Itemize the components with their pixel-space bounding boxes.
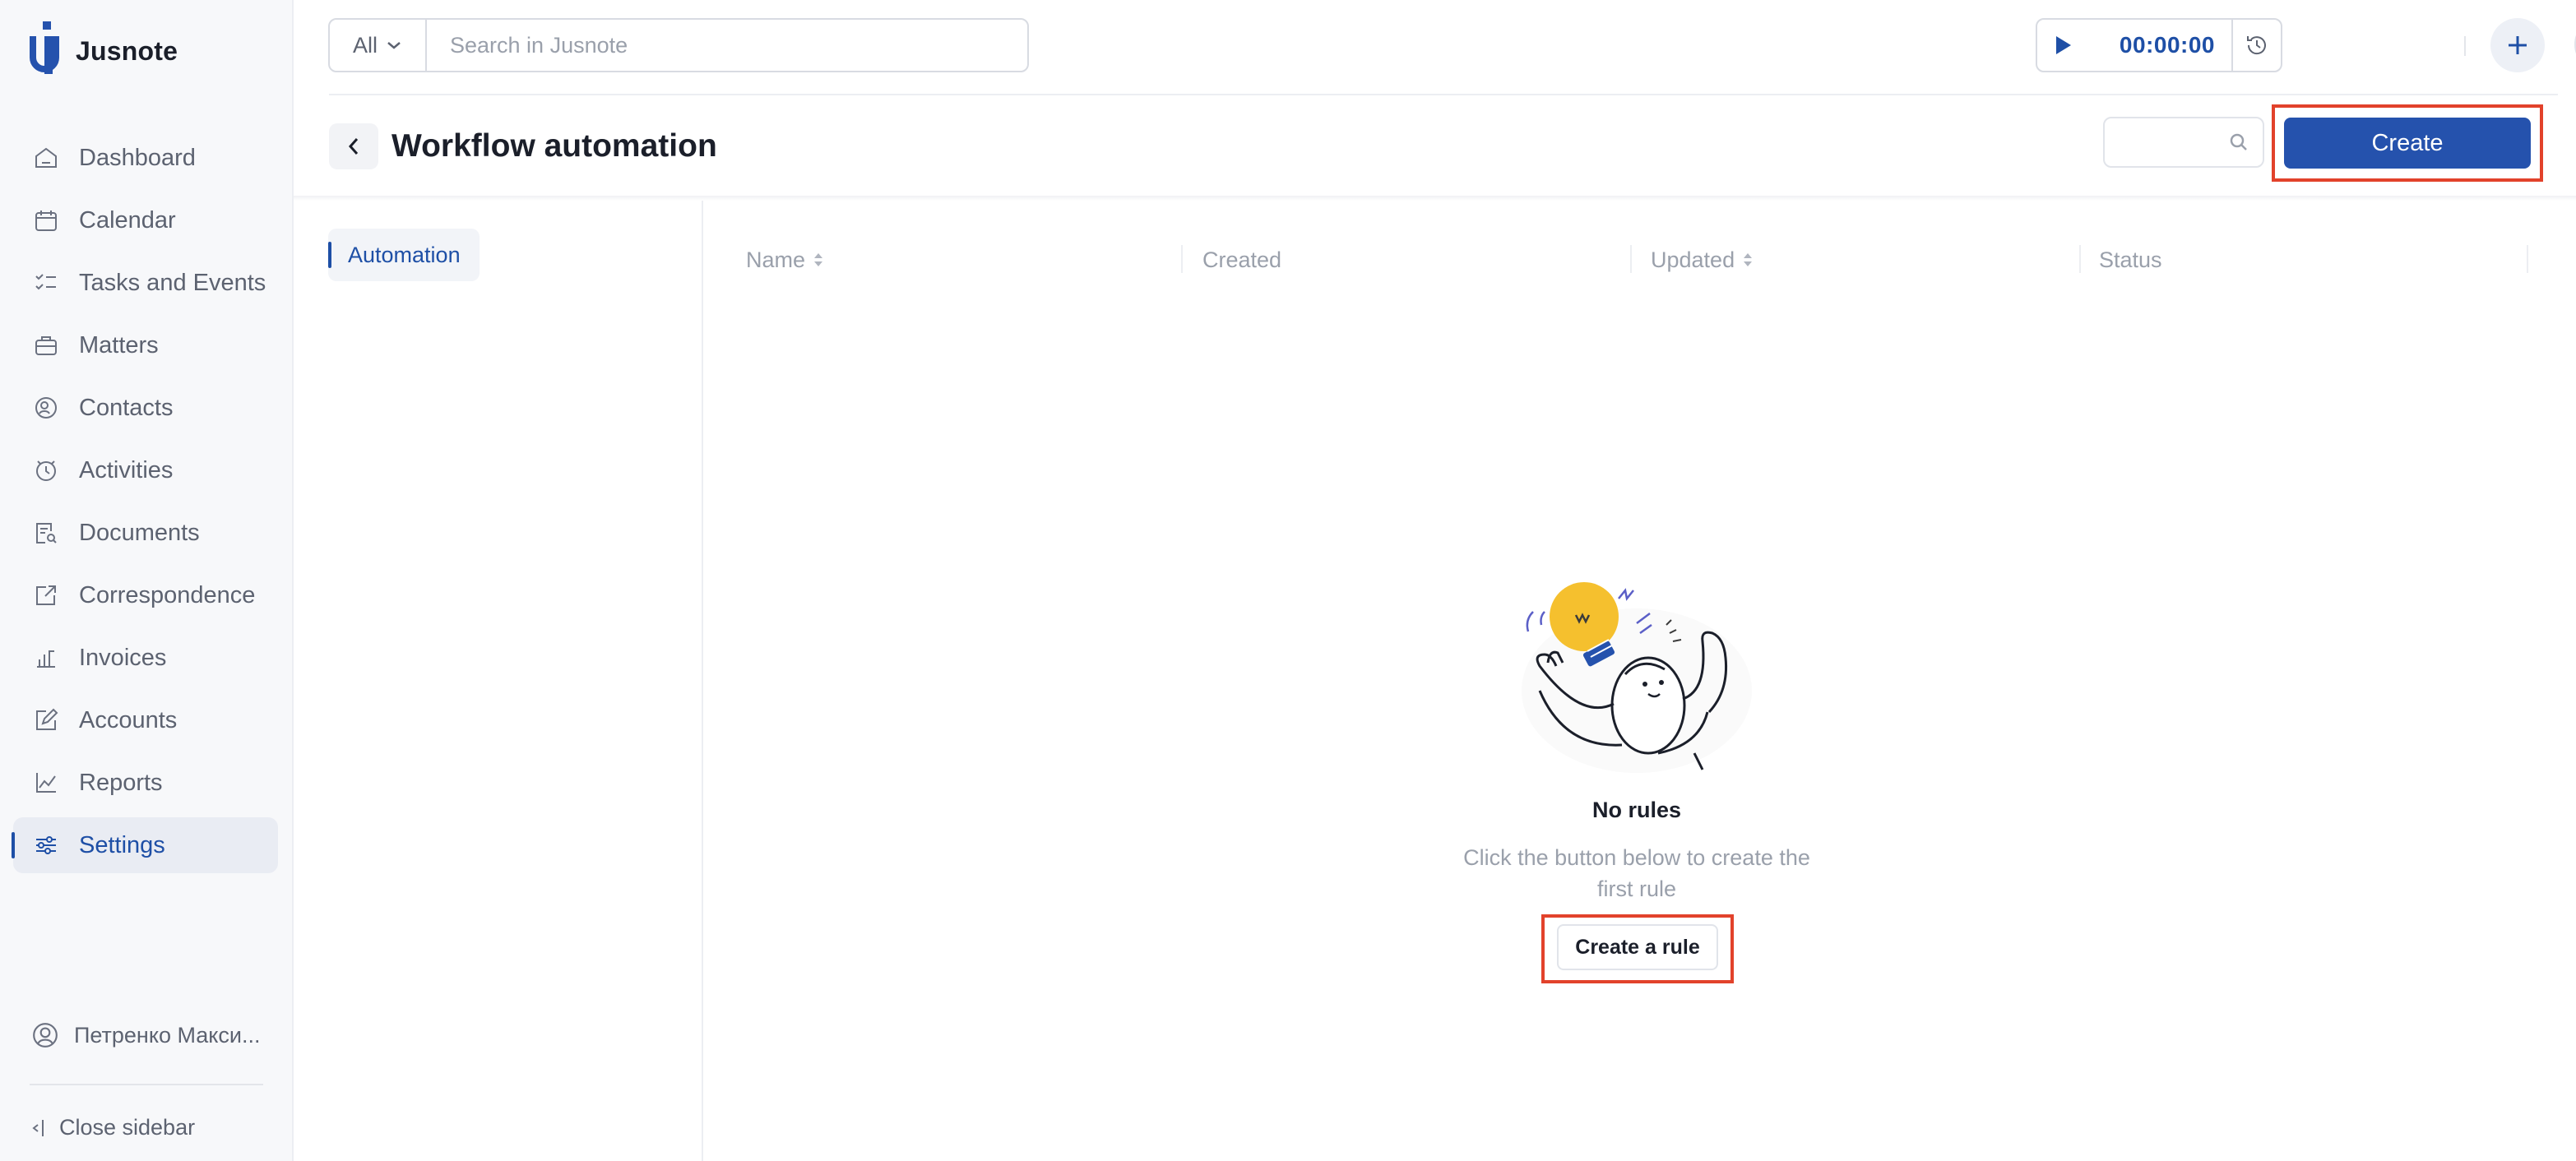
column-header-created: Created [1202, 243, 1281, 276]
sidebar-item-label: Calendar [79, 206, 176, 234]
column-separator [2079, 245, 2081, 273]
sidebar-item-label: Documents [79, 519, 200, 546]
sidebar-item-settings[interactable]: Settings [12, 817, 278, 873]
quick-add-button[interactable] [2490, 18, 2545, 72]
close-sidebar-label: Close sidebar [59, 1115, 196, 1140]
briefcase-icon [31, 331, 61, 360]
sidebar-item-dashboard[interactable]: Dashboard [13, 130, 278, 186]
correspondence-icon [31, 580, 61, 610]
sidebar-item-label: Reports [79, 769, 163, 796]
jusnote-logo-icon [30, 21, 59, 74]
collapse-left-icon [32, 1119, 44, 1136]
column-label: Status [2099, 247, 2162, 272]
timer-history-button[interactable] [2231, 20, 2281, 71]
calendar-icon [31, 206, 61, 235]
play-icon [2056, 36, 2071, 54]
empty-state-description: Click the button below to create the fir… [1463, 845, 1810, 901]
submenu-item-automation[interactable]: Automation [328, 229, 480, 281]
sidebar-item-accounts[interactable]: Accounts [13, 692, 278, 748]
column-label: Name [746, 247, 806, 272]
contacts-icon [31, 393, 61, 423]
sidebar-item-label: Tasks and Events [79, 269, 266, 296]
timer-play-button[interactable] [2037, 35, 2090, 56]
sidebar-item-label: Activities [79, 456, 174, 483]
tasks-icon [31, 268, 61, 298]
invoices-icon [31, 643, 61, 673]
app-name: Jusnote [76, 35, 178, 66]
plus-icon [2509, 36, 2527, 54]
sidebar-item-tasks-and-events[interactable]: Tasks and Events [13, 255, 278, 311]
column-label: Updated [1651, 247, 1735, 272]
search-icon [2230, 133, 2247, 150]
sidebar-item-label: Invoices [79, 644, 167, 671]
user-name: Петренко Макси... [74, 1022, 261, 1048]
global-search: All [328, 18, 1029, 72]
column-header-status: Status [2099, 243, 2162, 276]
sidebar-item-correspondence[interactable]: Correspondence [13, 567, 278, 623]
user-avatar-icon [33, 1023, 58, 1048]
topbar-divider [329, 94, 2558, 95]
page-title: Workflow automation [391, 128, 717, 164]
lightbulb-illustration-icon [1522, 582, 1752, 773]
sidebar-item-label: Matters [79, 331, 159, 358]
sidebar-item-label: Settings [79, 831, 165, 858]
clock-icon [31, 456, 61, 485]
chart-icon [31, 768, 61, 798]
accounts-icon [31, 705, 61, 735]
sidebar-divider [30, 1084, 263, 1085]
empty-state-title: No rules [1591, 798, 1682, 822]
column-label: Created [1202, 247, 1282, 272]
sidebar-item-contacts[interactable]: Contacts [13, 380, 278, 436]
sidebar-item-label: Dashboard [79, 144, 196, 171]
sidebar-item-documents[interactable]: Documents [13, 505, 278, 561]
sort-icon [814, 253, 823, 266]
column-separator [2527, 245, 2528, 273]
chevron-left-icon [348, 138, 359, 155]
highlight-create-rule-button [1541, 914, 1734, 983]
chevron-down-icon [387, 42, 401, 49]
sliders-icon [31, 830, 61, 860]
timer-value: 00:00:00 [2119, 32, 2215, 58]
sidebar-item-calendar[interactable]: Calendar [13, 192, 278, 248]
sort-icon [1744, 253, 1753, 266]
settings-submenu: Automation [294, 201, 703, 1161]
column-header-updated[interactable]: Updated [1651, 243, 1753, 276]
sidebar-item-label: Contacts [79, 394, 174, 421]
topbar-separator [2464, 36, 2466, 56]
top-bar: All 00:00:00 25 [294, 0, 2576, 94]
sidebar-item-matters[interactable]: Matters [13, 317, 278, 373]
sidebar-item-label: Correspondence [79, 581, 256, 608]
rules-search-input[interactable] [2103, 117, 2264, 168]
highlight-create-button [2272, 104, 2543, 182]
document-search-icon [31, 518, 61, 548]
sidebar-item-label: Accounts [79, 706, 178, 733]
sidebar-item-activities[interactable]: Activities [13, 442, 278, 498]
sidebar: Jusnote Dashboard Calendar Tasks and Eve… [0, 0, 294, 1161]
app-logo[interactable]: Jusnote [30, 21, 178, 81]
user-profile[interactable]: Петренко Макси... [31, 1021, 260, 1049]
sidebar-item-invoices[interactable]: Invoices [13, 630, 278, 686]
back-button[interactable] [329, 123, 378, 169]
sidebar-nav: Dashboard Calendar Tasks and Events Matt… [12, 130, 278, 880]
search-scope-value: All [352, 32, 378, 58]
column-separator [1630, 245, 1632, 273]
column-header-name[interactable]: Name [746, 243, 823, 276]
time-tracker: 00:00:00 [2036, 18, 2282, 72]
close-sidebar-button[interactable]: Close sidebar [30, 1115, 195, 1140]
search-input[interactable] [427, 20, 1027, 71]
home-icon [31, 143, 61, 173]
search-scope-dropdown[interactable]: All [330, 20, 427, 71]
column-separator [1181, 245, 1183, 273]
sidebar-item-reports[interactable]: Reports [13, 755, 278, 811]
history-icon [2247, 36, 2266, 55]
